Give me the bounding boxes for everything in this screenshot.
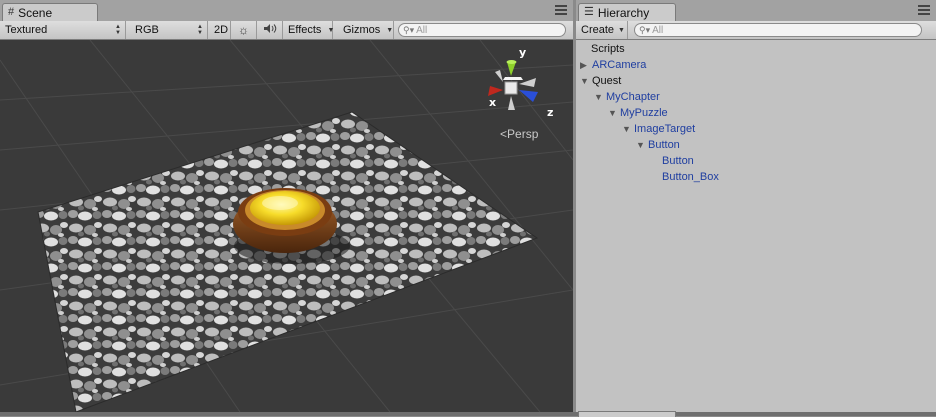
projection-label: Persp <box>507 127 539 141</box>
create-label: Create <box>581 24 615 36</box>
hierarchy-panel: ☰ Hierarchy Create ▼ ⚲▾ All Scripts ▶ ARC… <box>576 0 936 412</box>
hierarchy-toolbar: Create ▼ ⚲▾ All <box>576 21 936 40</box>
dropdown-icon: ▼ <box>386 26 394 34</box>
search-icon: ⚲▾ <box>403 24 415 35</box>
color-mode-label: RGB <box>135 24 159 36</box>
audio-toggle-button[interactable] <box>257 21 283 39</box>
tree-item-button-box[interactable]: Button_Box <box>662 169 719 185</box>
create-dropdown[interactable]: Create ▼ <box>576 21 628 39</box>
menu-icon[interactable] <box>555 5 567 16</box>
scene-panel: # Scene Textured ▲ ▼ RGB ▲ ▼ 2D ☼ Effects … <box>0 0 573 412</box>
grid-icon: # <box>8 6 15 18</box>
tree-item-imagetarget[interactable]: ▼ ImageTarget <box>622 121 695 137</box>
tree-item-arcamera[interactable]: ▶ ARCamera <box>580 57 646 73</box>
scene-render <box>0 40 573 412</box>
projection-toggle[interactable]: <Persp <box>500 127 538 141</box>
tab-scene[interactable]: # Scene <box>2 3 98 21</box>
effects-label: Effects <box>288 24 322 36</box>
collapse-triangle-icon[interactable]: ▼ <box>608 105 620 121</box>
render-mode-dropdown[interactable]: Textured ▲ ▼ <box>0 21 126 39</box>
tree-item-label: Button <box>662 155 694 167</box>
gizmos-label: Gizmos <box>343 24 381 36</box>
gizmo-y-label: y <box>519 46 527 59</box>
hierarchy-search-placeholder: All <box>652 24 664 36</box>
scene-search-placeholder: All <box>416 24 428 36</box>
tree-item-mychapter[interactable]: ▼ MyChapter <box>594 89 660 105</box>
persp-arrow-icon: < <box>500 127 508 141</box>
tree-item-label: ImageTarget <box>634 123 696 135</box>
menu-icon[interactable] <box>918 5 930 16</box>
tree-item-label: MyPuzzle <box>620 107 668 119</box>
tab-scene-label: Scene <box>18 5 53 20</box>
tree-item-quest[interactable]: ▼ Quest <box>580 73 621 89</box>
tree-item-label: Button <box>648 139 680 151</box>
collapse-triangle-icon[interactable]: ▼ <box>636 137 648 153</box>
gizmo-x-label: x <box>489 96 497 109</box>
sun-icon: ☼ <box>238 23 249 37</box>
tree-item-label: Scripts <box>591 43 625 55</box>
tree-item-label: ARCamera <box>592 59 647 71</box>
search-icon: ⚲▾ <box>639 24 651 35</box>
tab-hierarchy[interactable]: ☰ Hierarchy <box>578 3 676 21</box>
hierarchy-search-input[interactable]: ⚲▾ All <box>634 23 922 37</box>
collapse-triangle-icon[interactable]: ▼ <box>622 121 634 137</box>
tree-item-label: Quest <box>592 75 622 87</box>
scene-toolbar: Textured ▲ ▼ RGB ▲ ▼ 2D ☼ Effects ▼ Gizmos… <box>0 21 573 40</box>
tab-hierarchy-label: Hierarchy <box>597 5 650 20</box>
expand-triangle-icon[interactable]: ▶ <box>580 57 592 73</box>
tree-item-button-parent[interactable]: ▼ Button <box>636 137 680 153</box>
tree-item-button[interactable]: Button <box>662 153 694 169</box>
gizmos-dropdown[interactable]: Gizmos ▼ <box>338 21 394 39</box>
list-icon: ☰ <box>584 6 594 18</box>
lighting-toggle-button[interactable]: ☼ <box>231 21 257 39</box>
bottom-strip <box>0 412 936 416</box>
tree-item-label: Button_Box <box>662 171 719 183</box>
tree-item-label: MyChapter <box>606 91 660 103</box>
speaker-icon <box>263 23 277 37</box>
dropdown-icon: ▼ <box>327 26 335 34</box>
gizmo-z-label: z <box>547 106 554 119</box>
scene-viewport[interactable]: y x z <Persp <box>0 40 573 412</box>
2d-label: 2D <box>214 24 229 36</box>
tree-item-mypuzzle[interactable]: ▼ MyPuzzle <box>608 105 668 121</box>
color-mode-dropdown[interactable]: RGB ▲ ▼ <box>130 21 208 39</box>
dropdown-icon: ▼ <box>618 26 625 34</box>
collapse-triangle-icon[interactable]: ▼ <box>594 89 606 105</box>
render-mode-label: Textured <box>5 24 48 36</box>
tree-item-scripts[interactable]: Scripts <box>591 41 625 57</box>
scene-tabbar: # Scene <box>0 0 573 22</box>
effects-dropdown[interactable]: Effects ▼ <box>283 21 335 39</box>
collapse-triangle-icon[interactable]: ▼ <box>580 73 592 89</box>
2d-toggle-button[interactable]: 2D <box>209 21 231 39</box>
dropdown-icon: ▲ ▼ <box>197 24 203 36</box>
scene-search-input[interactable]: ⚲▾ All <box>398 23 566 37</box>
bottom-tab[interactable] <box>578 411 676 417</box>
dropdown-icon: ▲ ▼ <box>115 24 121 36</box>
hierarchy-tabbar: ☰ Hierarchy <box>576 0 936 22</box>
